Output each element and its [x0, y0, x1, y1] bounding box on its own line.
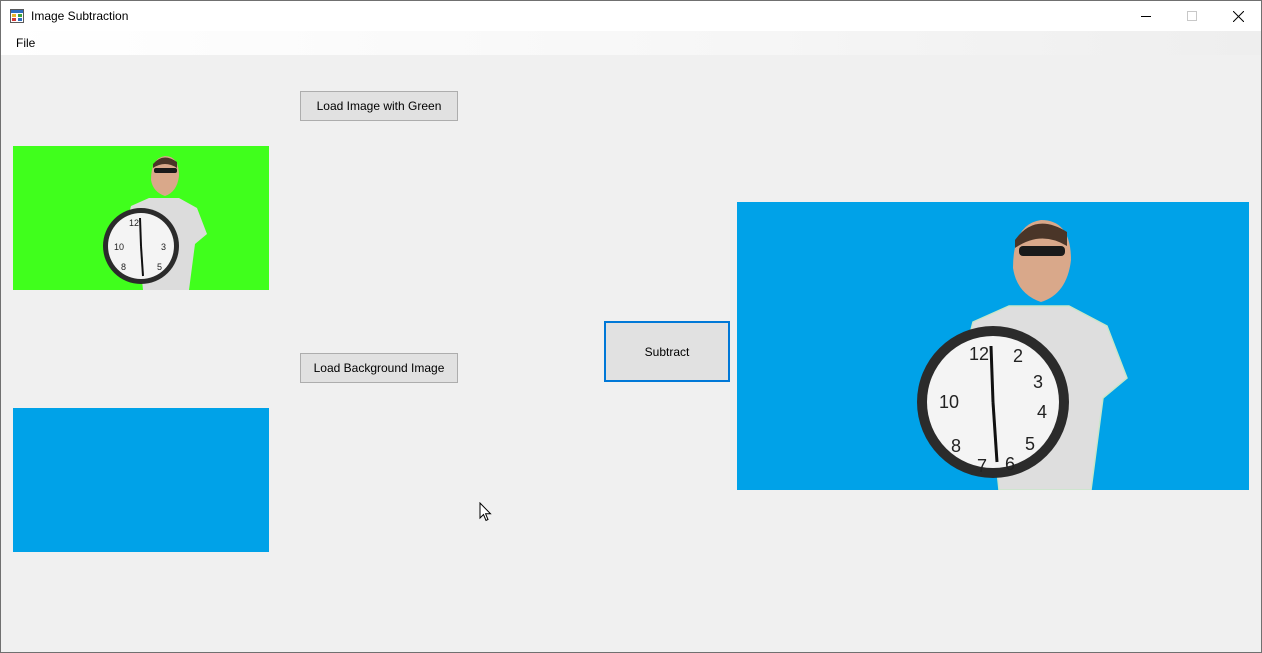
minimize-icon: [1141, 16, 1151, 17]
load-green-image-button[interactable]: Load Image with Green: [300, 91, 458, 121]
mouse-cursor-icon: [479, 501, 493, 522]
svg-text:10: 10: [114, 242, 124, 252]
svg-text:8: 8: [121, 262, 126, 272]
window-title: Image Subtraction: [31, 9, 129, 23]
svg-text:6: 6: [1005, 454, 1015, 474]
menu-file[interactable]: File: [9, 33, 42, 53]
background-image: [13, 408, 269, 552]
title-bar[interactable]: Image Subtraction: [1, 1, 1261, 31]
maximize-button[interactable]: [1169, 1, 1215, 31]
svg-text:8: 8: [951, 436, 961, 456]
svg-text:10: 10: [939, 392, 959, 412]
load-background-image-button[interactable]: Load Background Image: [300, 353, 458, 383]
app-window-icon[interactable]: [10, 9, 24, 23]
svg-text:12: 12: [129, 218, 139, 228]
minimize-button[interactable]: [1123, 1, 1169, 31]
svg-text:3: 3: [1033, 372, 1043, 392]
menu-bar: File: [1, 31, 1261, 55]
svg-text:5: 5: [157, 262, 162, 272]
maximize-icon: [1187, 11, 1197, 21]
svg-text:3: 3: [161, 242, 166, 252]
result-image: 12 2 10 3 4 8 5 6 7: [737, 202, 1249, 490]
app-window: Image Subtraction File Load Image with G…: [0, 0, 1262, 653]
svg-text:2: 2: [1013, 346, 1023, 366]
svg-text:4: 4: [1037, 402, 1047, 422]
svg-text:12: 12: [969, 344, 989, 364]
close-button[interactable]: [1215, 1, 1261, 31]
subtract-button[interactable]: Subtract: [604, 321, 730, 382]
close-icon: [1232, 10, 1244, 22]
svg-text:7: 7: [977, 456, 987, 476]
svg-text:5: 5: [1025, 434, 1035, 454]
green-screen-image: 12 10 3 8 5: [13, 146, 269, 290]
